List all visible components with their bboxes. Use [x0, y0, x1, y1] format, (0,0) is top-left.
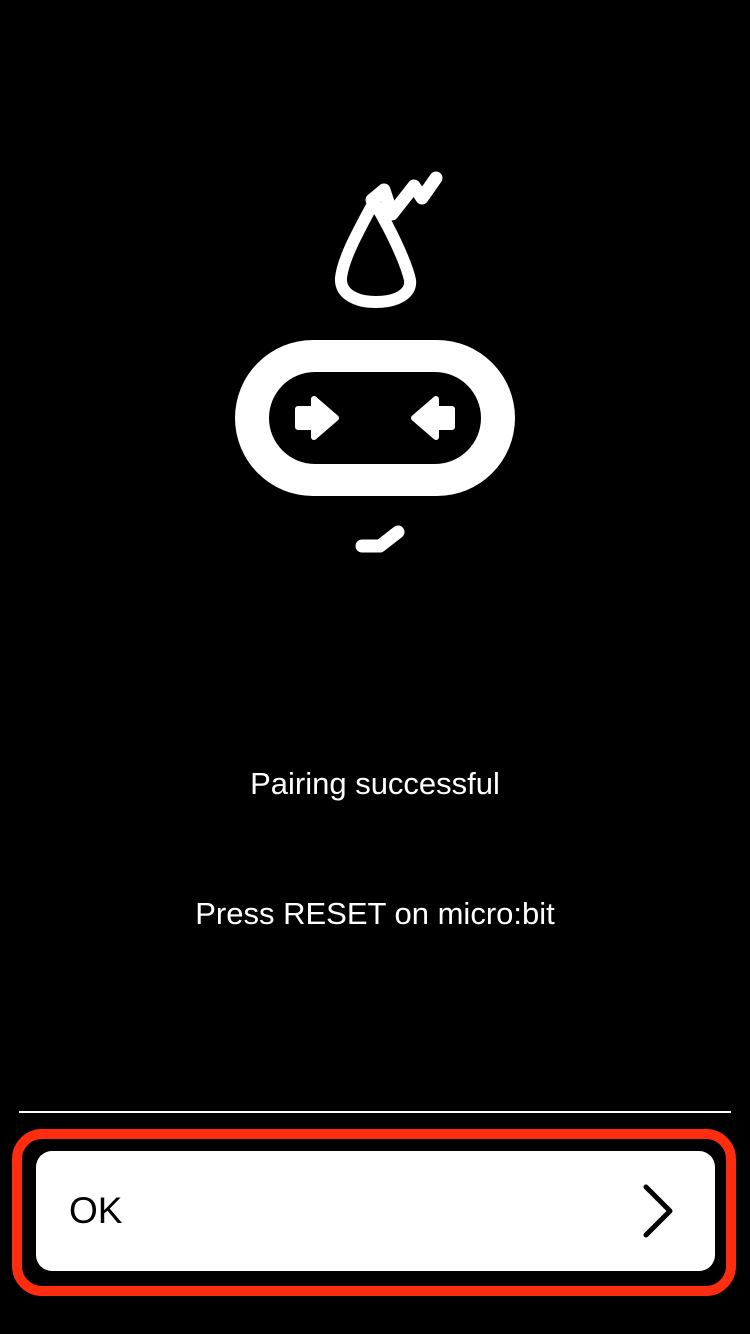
- microbit-logo-icon: [235, 171, 515, 553]
- ok-button-label: OK: [69, 1190, 123, 1231]
- divider: [19, 1111, 731, 1113]
- ok-button[interactable]: OK: [36, 1151, 715, 1271]
- reset-instruction-text: Press RESET on micro:bit: [195, 896, 555, 931]
- chevron-right-icon: [643, 1184, 673, 1238]
- pairing-status-text: Pairing successful: [250, 766, 500, 801]
